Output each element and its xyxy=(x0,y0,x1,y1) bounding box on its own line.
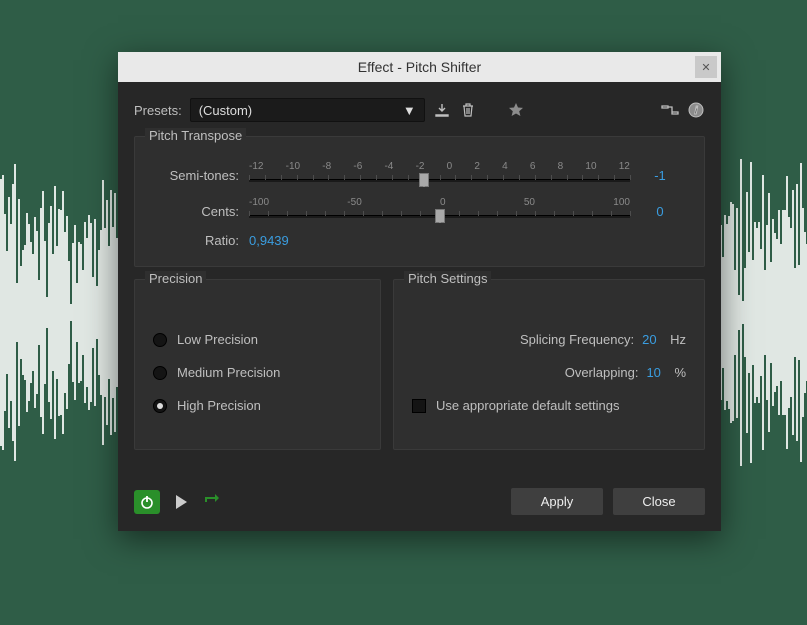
precision-medium[interactable]: Medium Precision xyxy=(153,365,362,380)
apply-button[interactable]: Apply xyxy=(511,488,603,515)
radio-icon xyxy=(153,366,167,380)
splicing-label: Splicing Frequency: xyxy=(412,332,642,347)
titlebar[interactable]: Effect - Pitch Shifter ✕ xyxy=(118,52,721,82)
ratio-label: Ratio: xyxy=(149,233,249,248)
overlapping-label: Overlapping: xyxy=(412,365,646,380)
cents-label: Cents: xyxy=(149,204,249,219)
semitones-value[interactable]: -1 xyxy=(630,168,690,183)
save-preset-icon[interactable] xyxy=(433,101,451,119)
pitch-settings-title: Pitch Settings xyxy=(404,271,492,286)
ratio-value[interactable]: 0,9439 xyxy=(249,233,289,248)
cents-slider[interactable]: -100-50050100 xyxy=(249,197,630,225)
info-icon[interactable]: i xyxy=(687,101,705,119)
precision-high[interactable]: High Precision xyxy=(153,398,362,413)
radio-icon xyxy=(153,399,167,413)
semitones-slider[interactable]: -12-10-8-6-4-2024681012 xyxy=(249,161,630,189)
pitch-transpose-title: Pitch Transpose xyxy=(145,128,246,143)
semitones-row: Semi-tones: -12-10-8-6-4-2024681012 -1 xyxy=(149,161,690,189)
titlebar-title: Effect - Pitch Shifter xyxy=(358,59,481,75)
precision-group: Precision Low Precision Medium Precision… xyxy=(134,279,381,450)
precision-medium-label: Medium Precision xyxy=(177,365,280,380)
slider-minor-ticks xyxy=(249,175,630,183)
cents-value[interactable]: 0 xyxy=(630,204,690,219)
splicing-value[interactable]: 20 xyxy=(642,332,670,347)
semitones-label: Semi-tones: xyxy=(149,168,249,183)
presets-label: Presets: xyxy=(134,103,182,118)
semitones-thumb[interactable] xyxy=(419,173,429,187)
defaults-label: Use appropriate default settings xyxy=(436,398,620,413)
precision-low[interactable]: Low Precision xyxy=(153,332,362,347)
cents-ticks: -100-50050100 xyxy=(249,197,630,208)
routing-icon[interactable] xyxy=(661,101,679,119)
cents-thumb[interactable] xyxy=(435,209,445,223)
close-button[interactable]: Close xyxy=(613,488,705,515)
delete-preset-icon[interactable] xyxy=(459,101,477,119)
close-icon[interactable]: ✕ xyxy=(695,56,717,78)
precision-title: Precision xyxy=(145,271,206,286)
power-button[interactable] xyxy=(134,490,160,514)
overlapping-unit: % xyxy=(674,365,686,380)
precision-low-label: Low Precision xyxy=(177,332,258,347)
pitch-transpose-group: Pitch Transpose Semi-tones: -12-10-8-6-4… xyxy=(134,136,705,267)
ratio-row: Ratio: 0,9439 xyxy=(149,233,690,248)
presets-value: (Custom) xyxy=(199,103,252,118)
semitones-ticks: -12-10-8-6-4-2024681012 xyxy=(249,161,630,172)
chevron-down-icon: ▼ xyxy=(403,103,416,118)
favorite-icon[interactable] xyxy=(507,101,525,119)
cents-row: Cents: -100-50050100 0 xyxy=(149,197,690,225)
overlapping-row: Overlapping: 10 % xyxy=(412,365,686,380)
play-button[interactable] xyxy=(176,495,187,509)
pitch-settings-group: Pitch Settings Splicing Frequency: 20 Hz… xyxy=(393,279,705,450)
splicing-row: Splicing Frequency: 20 Hz xyxy=(412,332,686,347)
dialog-content: Presets: (Custom) ▼ i xyxy=(118,82,721,478)
overlapping-value[interactable]: 10 xyxy=(646,365,674,380)
dialog-footer: Apply Close xyxy=(118,478,721,531)
checkbox-icon xyxy=(412,399,426,413)
radio-icon xyxy=(153,333,167,347)
splicing-unit: Hz xyxy=(670,332,686,347)
pitch-shifter-dialog: Effect - Pitch Shifter ✕ Presets: (Custo… xyxy=(118,52,721,531)
precision-high-label: High Precision xyxy=(177,398,261,413)
loop-button[interactable] xyxy=(203,492,221,511)
presets-dropdown[interactable]: (Custom) ▼ xyxy=(190,98,425,122)
presets-row: Presets: (Custom) ▼ i xyxy=(134,98,705,122)
defaults-checkbox[interactable]: Use appropriate default settings xyxy=(412,398,686,413)
